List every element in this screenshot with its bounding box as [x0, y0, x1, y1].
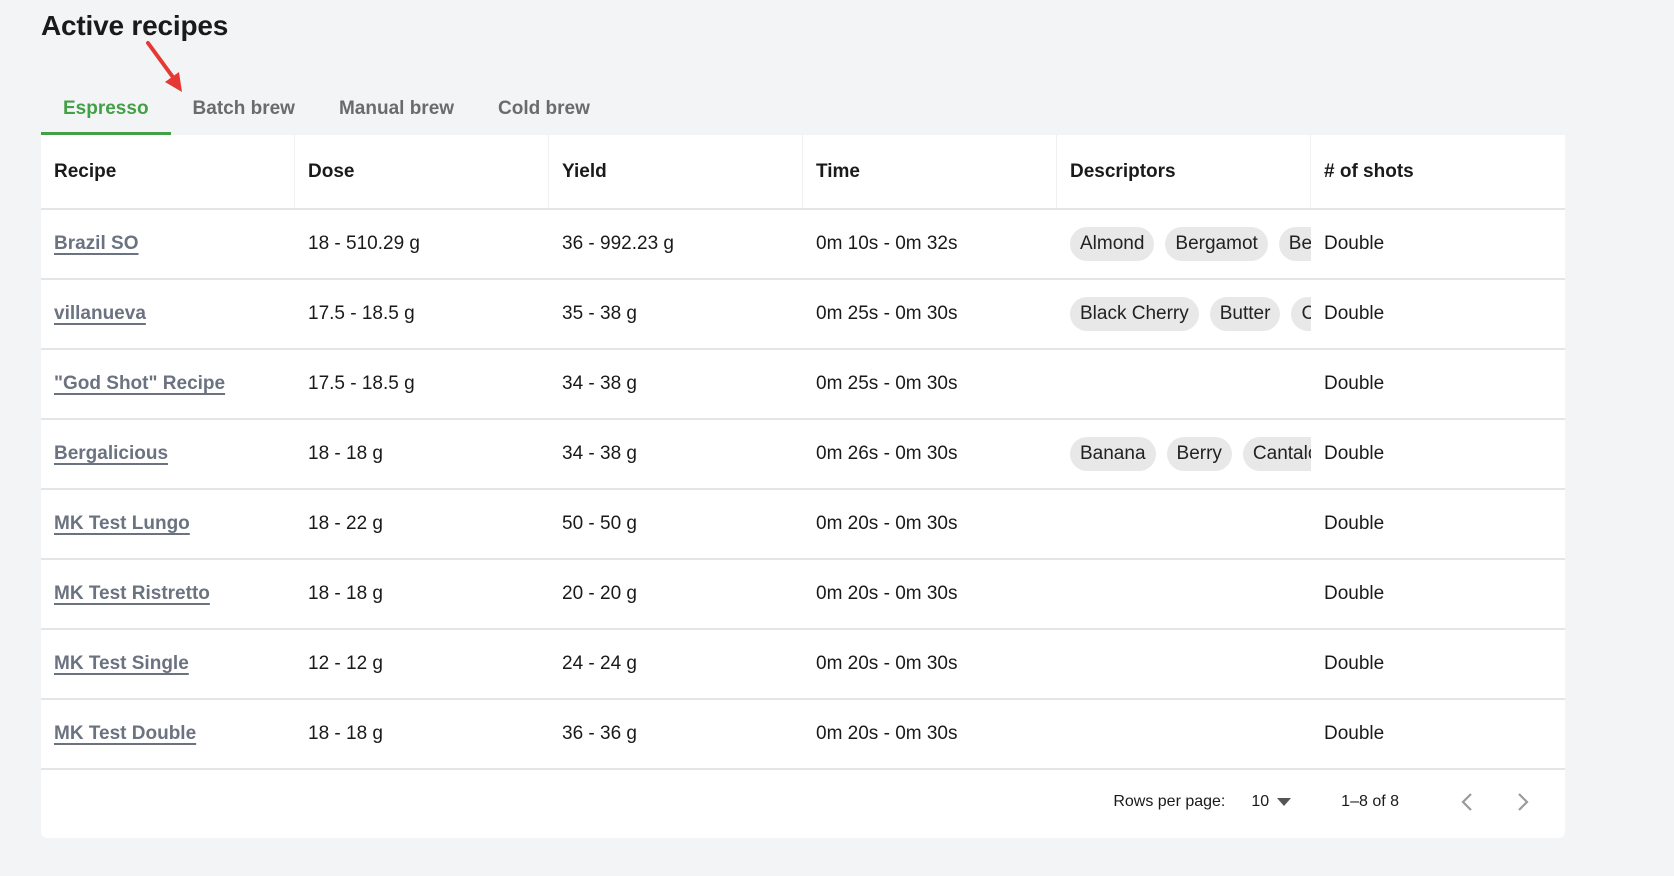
recipe-cell: "God Shot" Recipe [41, 350, 295, 418]
shots-cell: Double [1324, 513, 1385, 534]
descriptors-cell [1057, 630, 1311, 698]
column-header-recipe[interactable]: Recipe [41, 135, 295, 208]
table-body: Brazil SO 18 - 510.29 g 36 - 992.23 g 0m 10… [41, 210, 1565, 770]
next-page-button[interactable] [1495, 791, 1551, 813]
previous-page-button[interactable] [1439, 791, 1495, 813]
recipe-cell: MK Test Single [41, 630, 295, 698]
rows-per-page-label: Rows per page: [1113, 792, 1226, 810]
column-header-yield[interactable]: Yield [549, 135, 803, 208]
recipe-link[interactable]: MK Test Ristretto [54, 583, 210, 605]
dose-cell: 17.5 - 18.5 g [308, 373, 415, 394]
recipe-tabs: Espresso Batch brew Manual brew Cold bre… [41, 82, 612, 135]
recipe-cell: MK Test Lungo [41, 490, 295, 558]
chevron-left-icon [1461, 792, 1472, 811]
time-cell: 0m 26s - 0m 30s [816, 443, 958, 464]
recipe-link[interactable]: MK Test Double [54, 723, 196, 745]
descriptor-chip: Berry [1278, 227, 1311, 261]
recipe-link[interactable]: MK Test Lungo [54, 513, 190, 535]
shots-cell: Double [1324, 723, 1385, 744]
shots-cell: Double [1324, 653, 1385, 674]
page-title: Active recipes [41, 10, 229, 41]
recipe-cell: Bergalicious [41, 420, 295, 488]
descriptors-cell [1057, 350, 1311, 418]
table-row[interactable]: MK Test Single 12 - 12 g 24 - 24 g 0m 20s -… [41, 630, 1565, 700]
table-row[interactable]: MK Test Lungo 18 - 22 g 50 - 50 g 0m 20s - … [41, 490, 1565, 560]
descriptor-chip: Caramel [1291, 297, 1311, 331]
rows-per-page-value: 10 [1251, 792, 1270, 810]
column-header-descriptors[interactable]: Descriptors [1057, 135, 1311, 208]
tab-manual-brew[interactable]: Manual brew [317, 82, 476, 135]
dose-cell: 12 - 12 g [308, 653, 383, 674]
yield-cell: 34 - 38 g [562, 373, 637, 394]
yield-cell: 36 - 992.23 g [562, 233, 674, 254]
descriptor-chip: Butter [1209, 297, 1281, 331]
table-header: Recipe Dose Yield Time Descriptors # of … [41, 135, 1565, 210]
recipe-cell: MK Test Ristretto [41, 560, 295, 628]
dose-cell: 18 - 18 g [308, 583, 383, 604]
tab-cold-brew[interactable]: Cold brew [476, 82, 612, 135]
time-cell: 0m 20s - 0m 30s [816, 513, 958, 534]
descriptor-chip: Cantaloupe [1242, 437, 1311, 471]
dose-cell: 18 - 18 g [308, 443, 383, 464]
shots-cell: Double [1324, 443, 1385, 464]
recipe-cell: MK Test Double [41, 700, 295, 768]
descriptor-chip: Bergamot [1165, 227, 1268, 261]
table-row[interactable]: "God Shot" Recipe 17.5 - 18.5 g 34 - 38 g 0… [41, 350, 1565, 420]
descriptors-cell [1057, 490, 1311, 558]
table-row[interactable]: Bergalicious 18 - 18 g 34 - 38 g 0m 26s - 0… [41, 420, 1565, 490]
dose-cell: 17.5 - 18.5 g [308, 303, 415, 324]
chevron-right-icon [1518, 792, 1529, 811]
column-header-time[interactable]: Time [803, 135, 1057, 208]
recipe-link[interactable]: villanueva [54, 303, 146, 325]
descriptors-cell: Almond Bergamot Berry [1057, 210, 1311, 278]
dose-cell: 18 - 18 g [308, 723, 383, 744]
descriptor-chip: Banana [1070, 437, 1156, 471]
column-header-dose[interactable]: Dose [295, 135, 549, 208]
yield-cell: 50 - 50 g [562, 513, 637, 534]
recipe-link[interactable]: Bergalicious [54, 443, 168, 465]
time-cell: 0m 20s - 0m 30s [816, 583, 958, 604]
table-row[interactable]: villanueva 17.5 - 18.5 g 35 - 38 g 0m 25s -… [41, 280, 1565, 350]
table-row[interactable]: MK Test Double 18 - 18 g 36 - 36 g 0m 20s -… [41, 700, 1565, 770]
descriptor-chip: Berry [1166, 437, 1232, 471]
table-row[interactable]: Brazil SO 18 - 510.29 g 36 - 992.23 g 0m 10… [41, 210, 1565, 280]
descriptors-cell: Banana Berry Cantaloupe [1057, 420, 1311, 488]
time-cell: 0m 25s - 0m 30s [816, 373, 958, 394]
shots-cell: Double [1324, 233, 1385, 254]
caret-down-icon [1277, 797, 1292, 806]
dose-cell: 18 - 22 g [308, 513, 383, 534]
recipe-cell: villanueva [41, 280, 295, 348]
time-cell: 0m 25s - 0m 30s [816, 303, 958, 324]
descriptors-cell: Black Cherry Butter Caramel [1057, 280, 1311, 348]
shots-cell: Double [1324, 303, 1385, 324]
yield-cell: 36 - 36 g [562, 723, 637, 744]
descriptors-cell [1057, 560, 1311, 628]
recipe-link[interactable]: MK Test Single [54, 653, 189, 675]
yield-cell: 20 - 20 g [562, 583, 637, 604]
dose-cell: 18 - 510.29 g [308, 233, 420, 254]
yield-cell: 35 - 38 g [562, 303, 637, 324]
recipe-link[interactable]: "God Shot" Recipe [54, 373, 225, 395]
time-cell: 0m 20s - 0m 30s [816, 653, 958, 674]
shots-cell: Double [1324, 373, 1385, 394]
table-row[interactable]: MK Test Ristretto 18 - 18 g 20 - 20 g 0m 20… [41, 560, 1565, 630]
descriptor-chip: Black Cherry [1070, 297, 1199, 331]
time-cell: 0m 10s - 0m 32s [816, 233, 958, 254]
time-cell: 0m 20s - 0m 30s [816, 723, 958, 744]
recipe-cell: Brazil SO [41, 210, 295, 278]
pagination-range: 1–8 of 8 [1341, 792, 1399, 810]
descriptor-chip: Almond [1070, 227, 1155, 261]
annotation-arrow-icon [146, 41, 182, 92]
column-header-shots[interactable]: # of shots [1311, 135, 1565, 208]
shots-cell: Double [1324, 583, 1385, 604]
recipes-table-card: Recipe Dose Yield Time Descriptors # of … [41, 135, 1565, 838]
tab-batch-brew[interactable]: Batch brew [171, 82, 317, 135]
yield-cell: 24 - 24 g [562, 653, 637, 674]
table-pagination: Rows per page: 10 1–8 of 8 [41, 765, 1565, 838]
yield-cell: 34 - 38 g [562, 443, 637, 464]
recipe-link[interactable]: Brazil SO [54, 233, 138, 255]
descriptors-cell [1057, 700, 1311, 768]
rows-per-page-select[interactable]: 10 [1251, 792, 1292, 811]
